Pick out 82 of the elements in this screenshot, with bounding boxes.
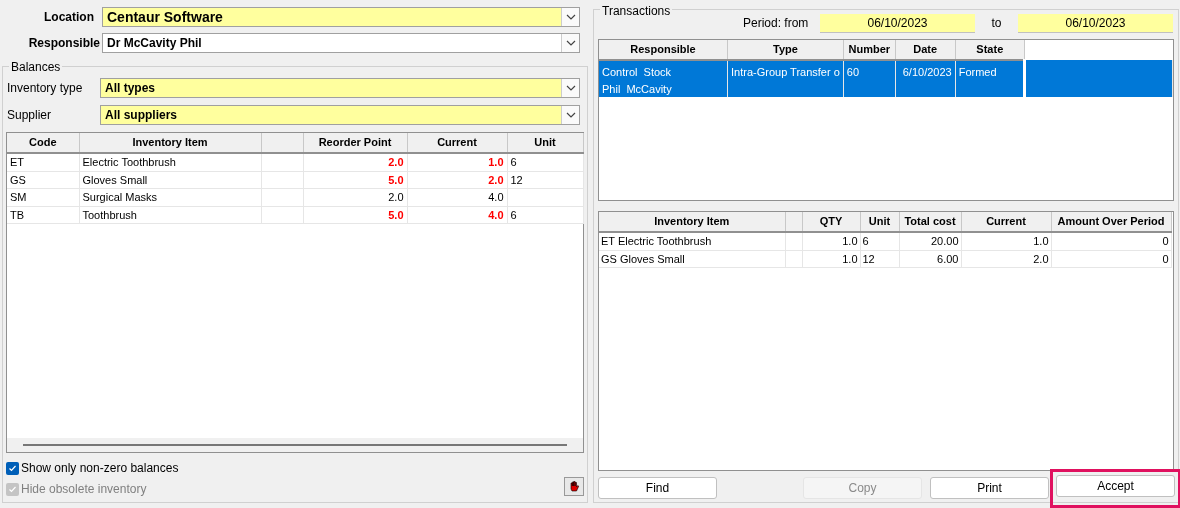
- table-cell: 0: [1051, 250, 1171, 268]
- table-cell: 4.0: [407, 206, 507, 224]
- location-label: Location: [43, 9, 94, 26]
- table-cell: GS Gloves Small: [599, 250, 785, 268]
- column-header[interactable]: Inventory Item: [79, 133, 261, 153]
- date-field[interactable]: 06/10/2023: [1018, 13, 1173, 33]
- column-header[interactable]: QTY: [802, 212, 860, 232]
- table-cell: 1.0: [802, 250, 860, 268]
- column-header[interactable]: Type: [727, 40, 844, 60]
- table-cell: Intra-Group Transfer o: [727, 60, 844, 97]
- column-header[interactable]: [261, 133, 303, 153]
- table-cell: Gloves Small: [79, 171, 261, 189]
- column-header[interactable]: Code: [7, 133, 79, 153]
- checkbox-label: Hide obsolete inventory: [21, 481, 147, 498]
- table-cell: 1.0: [802, 232, 860, 250]
- table-cell: 4.0: [407, 188, 507, 206]
- chevron-down-icon: [565, 85, 576, 91]
- table-cell: SM: [7, 188, 79, 206]
- column-header[interactable]: Inventory Item: [599, 212, 785, 232]
- table-cell: 6/10/2023: [895, 60, 956, 97]
- dropdown-field[interactable]: Dr McCavity Phil: [102, 33, 580, 53]
- chevron-down-icon: [565, 112, 576, 118]
- column-header[interactable]: Unit: [860, 212, 899, 232]
- filter-label: Inventory type: [6, 80, 84, 97]
- horizontal-scrollbar[interactable]: [7, 438, 583, 452]
- table-cell: Toothbrush: [79, 206, 261, 224]
- column-header[interactable]: Total cost: [899, 212, 961, 232]
- table-cell: 2.0: [303, 188, 407, 206]
- column-header[interactable]: Responsible: [599, 40, 728, 60]
- table-cell: 2.0: [961, 250, 1051, 268]
- table-cell: 5.0: [303, 171, 407, 189]
- table-cell: 6: [507, 206, 583, 224]
- dropdown-field[interactable]: All types: [100, 78, 580, 98]
- table-cell: 6.00: [899, 250, 961, 268]
- filter-label: Supplier: [6, 107, 53, 124]
- action-button[interactable]: Find: [598, 477, 717, 499]
- dropdown-field[interactable]: All suppliers: [100, 105, 580, 125]
- table-cell: Formed: [955, 60, 1025, 97]
- table-cell: 1.0: [407, 153, 507, 171]
- table-cell: 1.0: [961, 232, 1051, 250]
- action-button[interactable]: Print: [930, 477, 1049, 499]
- checkmark-icon: [8, 463, 17, 473]
- table-cell: 5.0: [303, 206, 407, 224]
- table-cell: GS: [7, 171, 79, 189]
- table-cell: Electric Toothbrush: [79, 153, 261, 171]
- chevron-down-icon: [565, 14, 576, 20]
- table-cell: 60: [843, 60, 896, 97]
- column-header[interactable]: Amount Over Period: [1051, 212, 1171, 232]
- transaction-row[interactable]: Control Stock Phil McCavity Intra-Group Transfer o 60 6/10/2023 Formed: [599, 60, 1173, 97]
- table-cell: Surgical Masks: [79, 188, 261, 206]
- table-cell: 6: [860, 232, 899, 250]
- column-header[interactable]: Unit: [507, 133, 583, 153]
- column-header[interactable]: State: [955, 40, 1025, 60]
- table-cell: 2.0: [407, 171, 507, 189]
- checkbox[interactable]: [6, 461, 19, 475]
- table-cell: 2.0: [303, 153, 407, 171]
- table-cell: 6: [507, 153, 583, 171]
- chevron-down-icon: [565, 40, 576, 46]
- column-header[interactable]: Date: [895, 40, 956, 60]
- column-header[interactable]: Current: [961, 212, 1051, 232]
- responsible-label: Responsible: [27, 35, 100, 52]
- date-field[interactable]: 06/10/2023: [820, 13, 975, 33]
- table-cell-text: Phil McCavity: [602, 81, 673, 97]
- column-header[interactable]: Number: [843, 40, 896, 60]
- table-cell: 0: [1051, 232, 1171, 250]
- stop-button[interactable]: [564, 477, 584, 496]
- column-header[interactable]: Current: [407, 133, 507, 153]
- table-cell: 20.00: [899, 232, 961, 250]
- action-button[interactable]: Accept: [1056, 474, 1175, 497]
- table-cell: ET: [7, 153, 79, 171]
- table-cell-text: Control Stock: [602, 65, 673, 80]
- dropdown-field[interactable]: Centaur Software: [102, 7, 580, 27]
- table-cell: ET Electric Toothbrush: [599, 232, 785, 250]
- table-cell: TB: [7, 206, 79, 224]
- period-label: Period: from: [743, 15, 810, 32]
- table-cell: 12: [507, 171, 583, 189]
- hand-icon: [567, 480, 581, 493]
- column-header[interactable]: Reorder Point: [303, 133, 407, 153]
- checkmark-icon: [8, 484, 17, 494]
- checkbox-label: Show only non-zero balances: [21, 460, 179, 477]
- table-cell: 12: [860, 250, 899, 268]
- to-label: to: [990, 15, 1003, 32]
